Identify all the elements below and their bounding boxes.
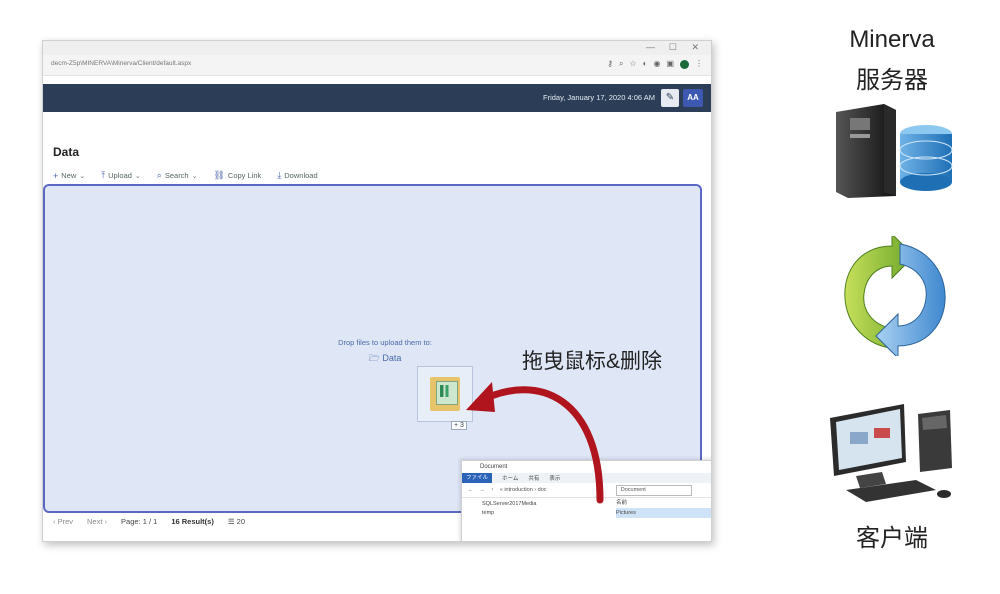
plus-icon: + (53, 170, 59, 181)
server-label-line2: 服务器 (856, 67, 928, 94)
computer-icon (830, 404, 952, 502)
drop-target-folder: 🗁 Data (320, 351, 450, 367)
explorer-nav: ← → ↑ « introduction › doc Document (462, 483, 711, 498)
download-label: Download (284, 171, 318, 180)
drop-hint: Drop files to upload them to: (338, 338, 432, 347)
ribbon-tab-file[interactable]: ファイル (462, 473, 493, 483)
explorer-file-list: 名前 Pictures (610, 498, 711, 518)
explorer-breadcrumb[interactable]: « introduction › doc (500, 487, 610, 493)
back-arrow-icon[interactable]: ← (468, 487, 474, 493)
up-arrow-icon[interactable]: ↑ (491, 487, 494, 493)
address-bar[interactable]: decm-Z5p\MINERVA\Minerva/Client/default.… (43, 55, 711, 76)
header-datetime: Friday, January 17, 2020 4:06 AM (542, 93, 655, 102)
explorer-body: SQLServer2017Media temp 名前 Pictures (462, 498, 711, 518)
next-button[interactable]: Next › (87, 517, 107, 526)
upload-icon: ⤒ (101, 170, 106, 180)
copy-link-button[interactable]: ⛓ Copy Link (213, 170, 261, 181)
drag-count-badge: + 3 (451, 421, 467, 430)
explorer-location-dropdown[interactable]: Document (615, 484, 692, 496)
prev-label: Prev (57, 517, 74, 526)
download-button[interactable]: ⤓ Download (277, 170, 317, 181)
url-text[interactable]: decm-Z5p\MINERVA\Minerva/Client/default.… (51, 60, 191, 67)
drag-drop-caption: 拖曳鼠标&删除 (522, 350, 663, 373)
menu-icon[interactable]: ⋮ (695, 59, 703, 69)
next-label: Next (87, 517, 103, 526)
server-icon (836, 104, 953, 198)
server-label-line1: Minerva (849, 26, 935, 53)
browser-icons: ⚷ ⌕ ☆ ◐ ◉ ▣ ⋮ (607, 59, 703, 69)
browser-window: — ☐ ✕ decm-Z5p\MINERVA\Minerva/Client/de… (42, 40, 712, 542)
upload-label: Upload (108, 171, 132, 180)
nav-item[interactable]: temp (482, 509, 610, 518)
extension-icon[interactable]: ◐ (643, 59, 648, 69)
ribbon-tab-share[interactable]: 共有 (528, 474, 539, 482)
forward-arrow-icon[interactable]: → (480, 487, 486, 493)
minimize-icon[interactable]: — (646, 42, 655, 52)
sync-icon (844, 236, 946, 356)
chrome-icon[interactable]: ◉ (653, 59, 660, 69)
per-page-select[interactable]: ☰ 20 (228, 517, 245, 526)
title-bar: — ☐ ✕ (43, 41, 711, 55)
notification-button[interactable]: ✎ (661, 89, 679, 107)
profile-avatar[interactable] (680, 59, 689, 69)
link-icon: ⛓ (213, 170, 225, 180)
search-icon: ⌕ (156, 170, 162, 180)
client-label: 客户端 (856, 525, 928, 552)
column-header-name[interactable]: 名前 (616, 498, 711, 508)
zoom-icon[interactable]: ⌕ (619, 59, 623, 69)
page-title: Data (53, 145, 80, 159)
chevron-down-icon: ⌄ (134, 172, 141, 180)
explorer-ribbon: ファイル ホーム 共有 表示 (462, 473, 711, 483)
upload-button[interactable]: ⤒ Upload ⌄ (101, 170, 141, 181)
file-explorer-window: Document ファイル ホーム 共有 表示 ← → ↑ « introduc… (461, 460, 711, 541)
per-page-value: 20 (236, 517, 245, 526)
pager: ‹ Prev Next › Page: 1 / 1 16 Result(s) ☰… (53, 517, 245, 526)
folder-icon: 🗁 (368, 353, 380, 363)
search-button[interactable]: ⌕ Search ⌄ (157, 170, 198, 181)
toolbar: + New ⌄ ⤒ Upload ⌄ ⌕ Search ⌄ ⛓ Copy Lin… (53, 170, 318, 181)
chevron-down-icon: ⌄ (191, 172, 198, 180)
close-icon[interactable]: ✕ (691, 42, 699, 53)
list-icon: ☰ (227, 517, 235, 526)
drop-folder-label: Data (382, 353, 402, 363)
explorer-nav-pane: SQLServer2017Media temp (462, 498, 610, 518)
download-icon: ⤓ (277, 170, 282, 180)
maximize-icon[interactable]: ☐ (669, 42, 677, 53)
user-avatar-button[interactable]: AA (683, 89, 703, 107)
file-item-selected[interactable]: Pictures (616, 508, 711, 518)
result-count: 16 Result(s) (171, 517, 214, 526)
app-header: Friday, January 17, 2020 4:06 AM ✎ AA (43, 84, 711, 112)
ribbon-tab-home[interactable]: ホーム (502, 474, 518, 482)
search-label: Search (164, 171, 189, 180)
bell-icon: ✎ (665, 92, 675, 103)
prev-button[interactable]: ‹ Prev (53, 517, 73, 526)
page-indicator: Page: 1 / 1 (121, 517, 158, 526)
new-label: New (61, 171, 77, 180)
new-button[interactable]: + New ⌄ (53, 170, 85, 181)
nav-item[interactable]: SQLServer2017Media (482, 500, 610, 509)
chevron-down-icon: ⌄ (79, 172, 86, 180)
copy-link-label: Copy Link (227, 171, 262, 180)
explorer-title: Document (462, 461, 711, 473)
chart-preview (440, 385, 452, 397)
ribbon-tab-view[interactable]: 表示 (549, 474, 560, 482)
puzzle-icon[interactable]: ▣ (666, 59, 674, 69)
key-icon[interactable]: ⚷ (607, 59, 613, 69)
star-icon[interactable]: ☆ (629, 59, 636, 69)
dragged-file-thumbnail[interactable] (417, 366, 473, 422)
